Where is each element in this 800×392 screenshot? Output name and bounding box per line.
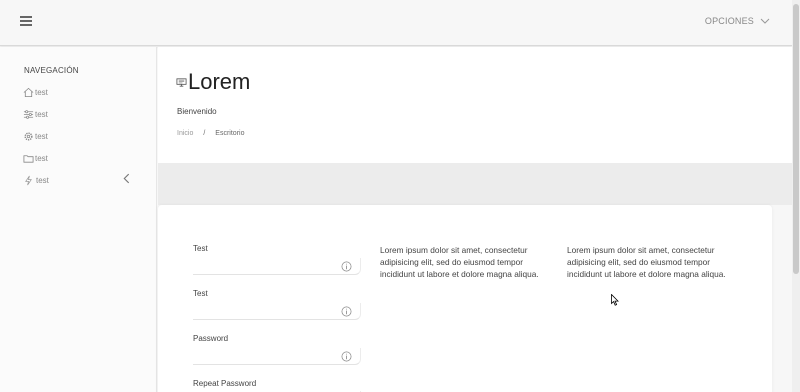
gear-icon — [24, 131, 33, 141]
chevron-down-icon — [760, 18, 770, 24]
sidebar-item-label: test — [35, 131, 48, 141]
sidebar-item-1[interactable]: test — [23, 85, 133, 99]
sidebar: NAVEGACIÓN test test test test test — [0, 47, 157, 392]
sidebar-item-2[interactable]: test — [23, 107, 133, 121]
info-icon[interactable] — [341, 351, 352, 362]
field-label-test-1: Test — [193, 244, 208, 253]
sidebar-item-5[interactable]: test — [23, 173, 133, 187]
lightning-icon — [25, 175, 32, 185]
content-card: Test Test Password Repeat Password Lorem… — [158, 205, 772, 392]
header-band — [158, 163, 792, 205]
info-icon[interactable] — [341, 261, 352, 272]
lorem-text-column-1: Lorem ipsum dolor sit amet, consectetur … — [380, 245, 539, 279]
computer-icon — [176, 77, 187, 87]
sidebar-item-label: test — [35, 87, 48, 97]
chevron-left-icon[interactable] — [121, 173, 132, 184]
field-label-test-2: Test — [193, 289, 208, 298]
sliders-icon — [23, 109, 34, 119]
top-bar: OPCIONES — [0, 0, 792, 46]
mouse-pointer-icon — [611, 294, 619, 306]
password-input[interactable] — [193, 348, 361, 365]
home-icon — [23, 87, 34, 97]
page-title: Lorem — [188, 69, 251, 94]
sidebar-title: NAVEGACIÓN — [24, 66, 79, 75]
lorem-text-column-2: Lorem ipsum dolor sit amet, consectetur … — [567, 245, 726, 279]
page-scrollbar[interactable] — [792, 0, 800, 392]
welcome-text: Bienvenido — [177, 107, 217, 116]
breadcrumb-home[interactable]: Inicio — [177, 130, 193, 137]
breadcrumb: Inicio / Escritorio — [177, 130, 244, 137]
sidebar-item-4[interactable]: test — [23, 151, 133, 165]
scrollbar-thumb[interactable] — [793, 4, 799, 274]
sidebar-item-label: test — [35, 153, 48, 163]
breadcrumb-current: Escritorio — [215, 130, 245, 137]
hamburger-menu-icon[interactable] — [20, 16, 32, 26]
page-header: Lorem Bienvenido Inicio / Escritorio — [158, 47, 792, 163]
field-label-repeat-password: Repeat Password — [193, 379, 257, 388]
test-input-1[interactable] — [193, 258, 361, 275]
sidebar-item-3[interactable]: test — [23, 129, 133, 143]
field-label-password: Password — [193, 334, 229, 343]
breadcrumb-separator: / — [203, 130, 206, 137]
test-input-2[interactable] — [193, 303, 361, 320]
folder-icon — [23, 154, 34, 163]
sidebar-item-label: test — [35, 109, 48, 119]
options-label: OPCIONES — [704, 16, 754, 26]
options-dropdown[interactable]: OPCIONES — [705, 16, 770, 26]
sidebar-item-label: test — [36, 175, 49, 185]
info-icon[interactable] — [341, 306, 352, 317]
